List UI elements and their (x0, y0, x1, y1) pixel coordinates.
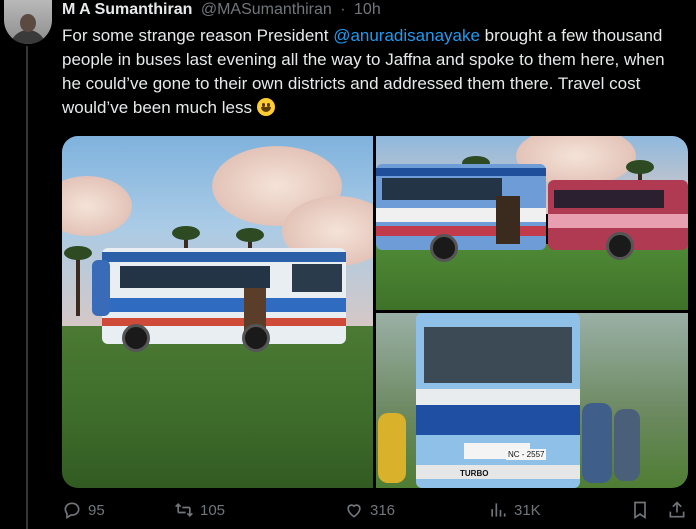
tweet-header: M A Sumanthiran @MASumanthiran · 10h (62, 0, 381, 22)
like-button[interactable]: 316 (344, 497, 395, 523)
tweet-text: For some strange reason President @anura… (62, 24, 668, 120)
mention-link[interactable]: @anuradisanayake (333, 26, 480, 45)
reply-button[interactable]: 95 (62, 497, 105, 523)
bus-brand: TURBO (460, 469, 489, 478)
bookmark-button[interactable] (630, 497, 650, 523)
header-separator: · (340, 1, 346, 18)
tweet-text-part1: For some strange reason President (62, 26, 334, 45)
thread-line (26, 46, 28, 529)
media-grid: NC - 2557 TURBO (62, 136, 688, 488)
reply-icon (64, 502, 80, 519)
like-icon (347, 504, 361, 518)
bus-plate: NC - 2557 (506, 449, 547, 460)
retweet-button[interactable]: 105 (174, 497, 225, 523)
author-handle[interactable]: @MASumanthiran (201, 1, 332, 18)
reply-count: 95 (88, 501, 105, 519)
share-button[interactable] (667, 497, 687, 523)
like-count: 316 (370, 501, 396, 519)
retweet-count: 105 (200, 501, 226, 519)
avatar[interactable] (4, 0, 52, 44)
author-name[interactable]: M A Sumanthiran (62, 1, 192, 18)
smiling-face-emoji-icon (256, 98, 275, 116)
views-icon (491, 503, 506, 517)
views-count: 31K (514, 501, 541, 519)
photo-bus-parked-on-grass[interactable] (62, 136, 373, 488)
photo-two-buses-in-field[interactable] (376, 136, 688, 310)
views-button[interactable]: 31K (488, 497, 541, 523)
tweet-actions: 95 105 316 31K (62, 497, 685, 523)
share-icon (669, 501, 685, 518)
tweet-time[interactable]: 10h (354, 1, 381, 18)
retweet-icon (175, 502, 193, 518)
photo-bus-front-with-people[interactable]: NC - 2557 TURBO (376, 313, 688, 488)
bookmark-icon (634, 501, 646, 520)
